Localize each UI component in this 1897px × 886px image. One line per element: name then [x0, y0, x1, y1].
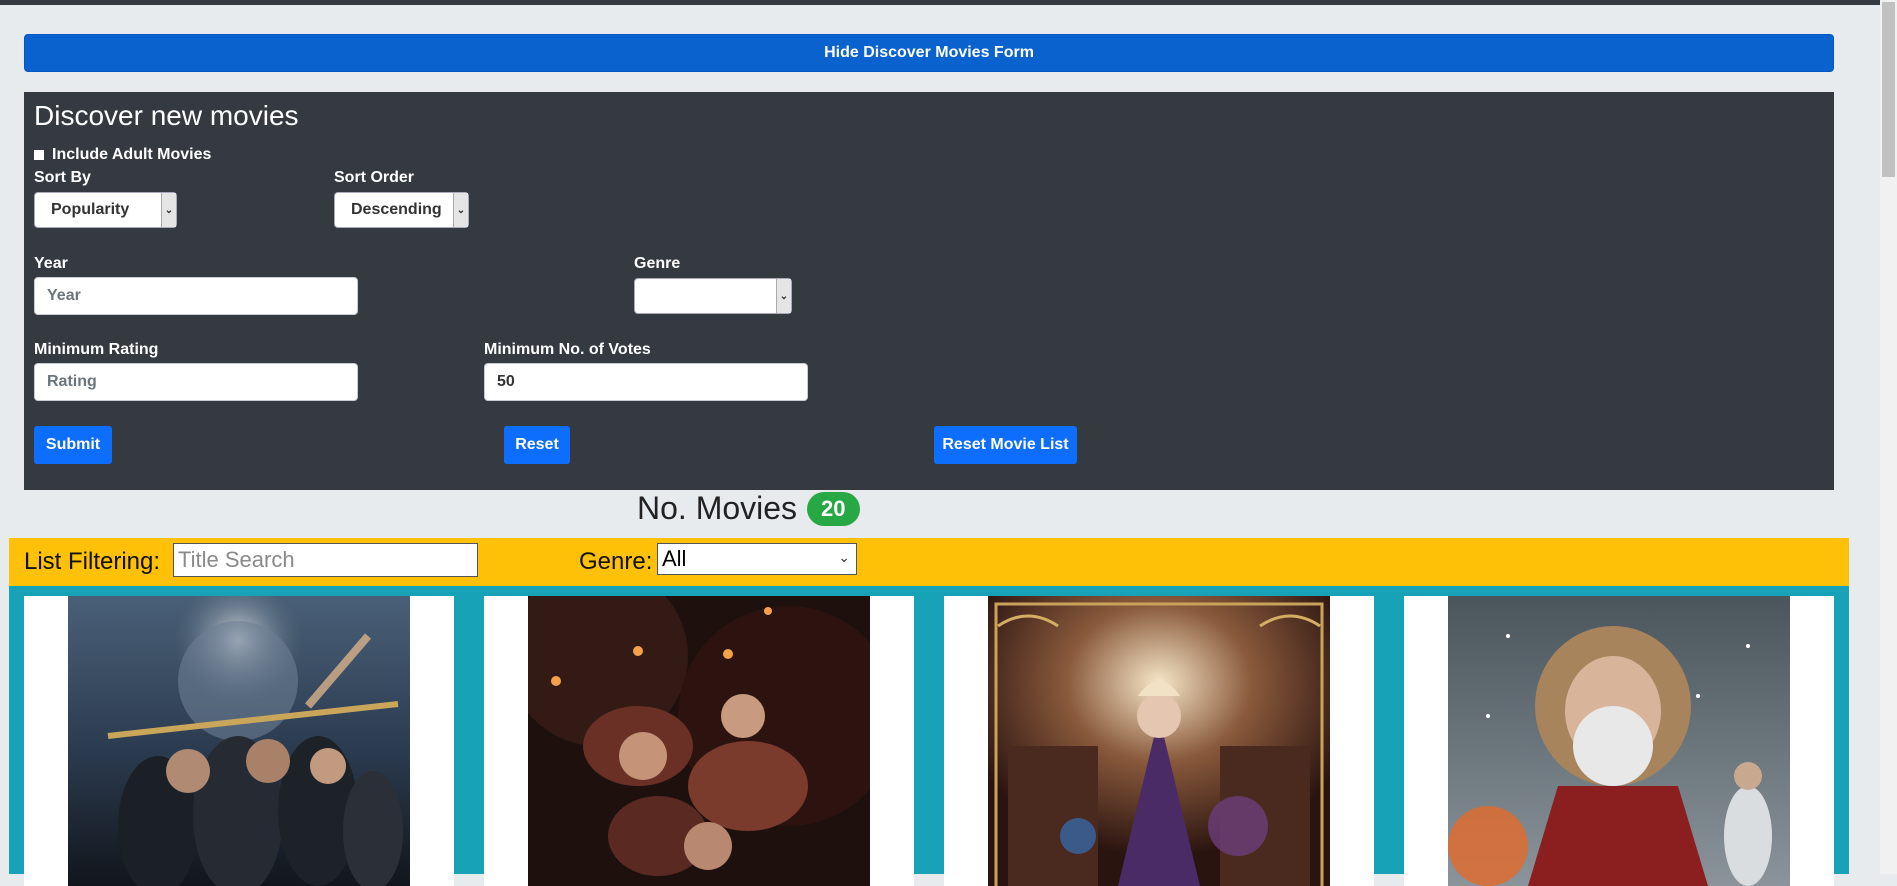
hide-discover-form-button[interactable]: Hide Discover Movies Form	[24, 34, 1834, 72]
movie-card[interactable]	[944, 596, 1374, 886]
movie-card[interactable]	[24, 596, 454, 886]
min-votes-input[interactable]: 50	[484, 363, 808, 401]
discover-form-panel: Discover new movies Include Adult Movies…	[24, 92, 1834, 490]
movie-list	[9, 586, 1849, 886]
top-nav-bar	[0, 0, 1880, 5]
movie-count-row: No. Movies 20	[637, 490, 860, 527]
chevron-down-icon: ⌄	[453, 193, 468, 227]
chevron-down-icon: ⌄	[838, 549, 850, 565]
title-search-placeholder: Title Search	[178, 547, 295, 572]
min-rating-placeholder: Rating	[47, 373, 97, 390]
genre-select[interactable]: ⌄	[634, 278, 792, 314]
page-scrollbar[interactable]	[1880, 0, 1897, 874]
form-title: Discover new movies	[34, 100, 299, 131]
reset-movie-list-button[interactable]: Reset Movie List	[934, 426, 1077, 464]
min-rating-input[interactable]: Rating	[34, 363, 358, 401]
reset-button[interactable]: Reset	[504, 426, 570, 464]
include-adult-label: Include Adult Movies	[52, 146, 212, 163]
list-filter-bar: List Filtering: Title Search Genre: All …	[9, 538, 1849, 586]
chevron-down-icon: ⌄	[161, 193, 176, 227]
min-votes-label: Minimum No. of Votes	[484, 341, 651, 358]
sort-by-value: Popularity	[51, 201, 130, 218]
movie-count-label: No. Movies	[637, 490, 798, 526]
year-placeholder: Year	[47, 287, 81, 304]
sort-by-select[interactable]: Popularity ⌄	[34, 192, 177, 228]
submit-button[interactable]: Submit	[34, 426, 112, 464]
sort-order-select[interactable]: Descending ⌄	[334, 192, 469, 228]
sort-order-value: Descending	[351, 201, 442, 218]
movie-card[interactable]	[484, 596, 914, 886]
movie-count-badge: 20	[807, 491, 860, 526]
genre-filter-value: All	[662, 546, 687, 571]
sort-order-label: Sort Order	[334, 169, 415, 186]
movie-poster[interactable]	[68, 596, 410, 886]
scrollbar-thumb[interactable]	[1882, 2, 1895, 177]
sort-by-label: Sort By	[34, 169, 91, 186]
movie-poster[interactable]	[1448, 596, 1790, 886]
genre-label: Genre	[634, 255, 681, 272]
title-search-input[interactable]: Title Search	[173, 543, 478, 577]
genre-filter-label: Genre:	[579, 548, 653, 575]
min-votes-value: 50	[497, 373, 515, 390]
movie-card[interactable]	[1404, 596, 1834, 886]
movie-poster[interactable]	[988, 596, 1330, 886]
movie-poster[interactable]	[528, 596, 870, 886]
year-input[interactable]: Year	[34, 277, 358, 315]
list-filter-label: List Filtering:	[24, 548, 161, 575]
min-rating-label: Minimum Rating	[34, 341, 159, 358]
year-label: Year	[34, 255, 68, 272]
genre-filter-select[interactable]: All ⌄	[657, 543, 857, 575]
include-adult-checkbox[interactable]	[34, 150, 44, 160]
chevron-down-icon: ⌄	[776, 279, 791, 313]
include-adult-row[interactable]: Include Adult Movies	[34, 146, 211, 164]
